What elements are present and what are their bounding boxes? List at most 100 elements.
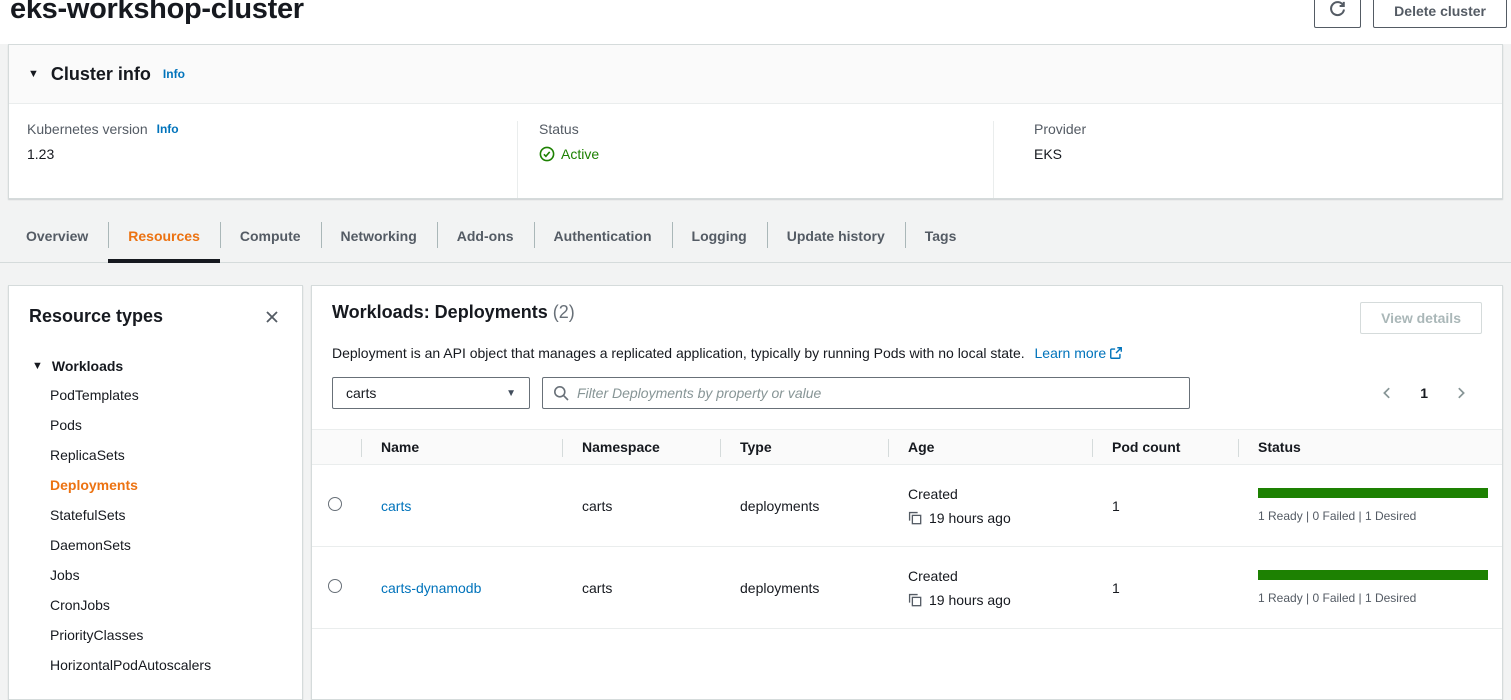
age-relative-value: 19 hours ago <box>929 590 1011 610</box>
tab-compute[interactable]: Compute <box>220 209 321 262</box>
sidebar-item-pods[interactable]: Pods <box>50 410 282 440</box>
learn-more-link[interactable]: Learn more <box>1035 345 1124 361</box>
row-radio-button[interactable] <box>328 579 342 593</box>
status-cell: 1 Ready | 0 Failed | 1 Desired <box>1238 488 1503 523</box>
column-header-age: Age <box>888 430 1092 464</box>
page-actions: Delete cluster <box>1314 0 1507 28</box>
sidebar-item-podtemplates[interactable]: PodTemplates <box>50 380 282 410</box>
tab-add-ons[interactable]: Add-ons <box>437 209 534 262</box>
workloads-group-toggle[interactable]: ▼ Workloads <box>29 358 282 374</box>
check-circle-icon <box>539 146 555 162</box>
type-cell: deployments <box>720 580 888 596</box>
sidebar-item-priorityclasses[interactable]: PriorityClasses <box>50 620 282 650</box>
pagination-prev-button[interactable] <box>1378 384 1396 402</box>
refresh-button[interactable] <box>1314 0 1361 28</box>
status-bar <box>1258 570 1488 580</box>
search-box <box>542 377 1190 409</box>
kubernetes-version-field: Kubernetes version Info 1.23 <box>9 121 517 198</box>
kubernetes-version-label: Kubernetes version <box>27 121 148 137</box>
age-cell: Created 19 hours ago <box>888 484 1092 528</box>
sidebar-item-cronjobs[interactable]: CronJobs <box>50 590 282 620</box>
filter-select-value: carts <box>346 385 376 401</box>
row-radio-button[interactable] <box>328 497 342 511</box>
tab-resources[interactable]: Resources <box>108 209 220 262</box>
table-row: carts-dynamodb carts deployments Created… <box>312 547 1502 629</box>
cluster-info-heading: Cluster info <box>51 64 151 85</box>
page-header: eks-workshop-cluster Delete cluster <box>0 0 1511 44</box>
tab-overview[interactable]: Overview <box>6 209 108 262</box>
resource-types-panel: Resource types ▼ Workloads PodTemplates … <box>8 285 303 700</box>
delete-cluster-button[interactable]: Delete cluster <box>1373 0 1507 28</box>
refresh-icon <box>1329 1 1346 21</box>
chevron-down-icon: ▼ <box>506 388 516 399</box>
age-created-label: Created <box>908 484 1072 504</box>
deployments-count: (2) <box>553 302 575 322</box>
provider-value: EKS <box>1034 146 1498 162</box>
column-header-name: Name <box>361 430 562 464</box>
chevron-right-icon <box>1454 388 1468 403</box>
type-cell: deployments <box>720 498 888 514</box>
resources-content: Resource types ▼ Workloads PodTemplates … <box>8 285 1503 700</box>
search-icon <box>553 385 569 401</box>
deployment-name-link[interactable]: carts-dynamodb <box>381 580 481 596</box>
cluster-info-body: Kubernetes version Info 1.23 Status Acti… <box>9 104 1502 198</box>
view-details-button[interactable]: View details <box>1360 302 1482 334</box>
collapse-triangle-icon: ▼ <box>28 69 39 80</box>
tab-logging[interactable]: Logging <box>672 209 767 262</box>
status-caption: 1 Ready | 0 Failed | 1 Desired <box>1258 509 1488 523</box>
copy-icon[interactable] <box>908 593 922 607</box>
namespace-cell: carts <box>562 580 720 596</box>
resource-types-title: Resource types <box>29 306 163 327</box>
deployments-table: Name Namespace Type Age Pod count Status… <box>312 429 1502 629</box>
table-header-row: Name Namespace Type Age Pod count Status <box>312 429 1502 465</box>
column-header-status: Status <box>1238 430 1502 464</box>
sidebar-item-horizontalpodautoscalers[interactable]: HorizontalPodAutoscalers <box>50 650 282 680</box>
sidebar-item-statefulsets[interactable]: StatefulSets <box>50 500 282 530</box>
close-icon <box>264 313 280 328</box>
kubernetes-version-info-link[interactable]: Info <box>157 122 179 136</box>
status-bar <box>1258 488 1488 498</box>
age-created-label: Created <box>908 566 1072 586</box>
table-row: carts carts deployments Created 19 hours… <box>312 465 1502 547</box>
pagination-next-button[interactable] <box>1452 384 1470 402</box>
tab-update-history[interactable]: Update history <box>767 209 905 262</box>
resource-type-list: PodTemplates Pods ReplicaSets Deployment… <box>29 380 282 680</box>
provider-field: Provider EKS <box>993 121 1498 198</box>
age-relative-value: 19 hours ago <box>929 508 1011 528</box>
status-field: Status Active <box>517 121 993 198</box>
close-button[interactable] <box>262 307 282 327</box>
sidebar-item-deployments[interactable]: Deployments <box>50 470 282 500</box>
filter-row: carts ▼ 1 <box>312 363 1502 409</box>
column-header-namespace: Namespace <box>562 430 720 464</box>
status-value: Active <box>561 146 599 162</box>
tab-authentication[interactable]: Authentication <box>534 209 672 262</box>
deployments-title-text: Workloads: Deployments <box>332 302 548 322</box>
column-header-pod-count: Pod count <box>1092 430 1238 464</box>
copy-icon[interactable] <box>908 511 922 525</box>
deployment-name-link[interactable]: carts <box>381 498 411 514</box>
tab-networking[interactable]: Networking <box>321 209 437 262</box>
filter-select[interactable]: carts ▼ <box>332 377 530 409</box>
tab-tags[interactable]: Tags <box>905 209 977 262</box>
deployments-panel-title: Workloads: Deployments (2) <box>332 302 575 323</box>
search-input[interactable] <box>577 385 1179 401</box>
kubernetes-version-value: 1.23 <box>27 146 517 162</box>
current-page-number[interactable]: 1 <box>1420 385 1428 401</box>
sidebar-item-jobs[interactable]: Jobs <box>50 560 282 590</box>
sidebar-item-replicasets[interactable]: ReplicaSets <box>50 440 282 470</box>
cluster-info-info-link[interactable]: Info <box>163 67 185 81</box>
description-text: Deployment is an API object that manages… <box>332 345 1025 361</box>
workloads-triangle-icon: ▼ <box>32 361 43 372</box>
chevron-left-icon <box>1380 388 1394 403</box>
pod-count-cell: 1 <box>1092 580 1238 596</box>
status-cell: 1 Ready | 0 Failed | 1 Desired <box>1238 570 1503 605</box>
learn-more-text: Learn more <box>1035 345 1107 361</box>
sidebar-item-daemonsets[interactable]: DaemonSets <box>50 530 282 560</box>
provider-label: Provider <box>1034 121 1086 137</box>
status-label: Status <box>539 121 579 137</box>
page-title: eks-workshop-cluster <box>10 0 304 26</box>
column-header-select <box>312 430 361 464</box>
namespace-cell: carts <box>562 498 720 514</box>
deployments-panel: Workloads: Deployments (2) View details … <box>311 285 1503 700</box>
cluster-info-header[interactable]: ▼ Cluster info Info <box>9 45 1502 104</box>
